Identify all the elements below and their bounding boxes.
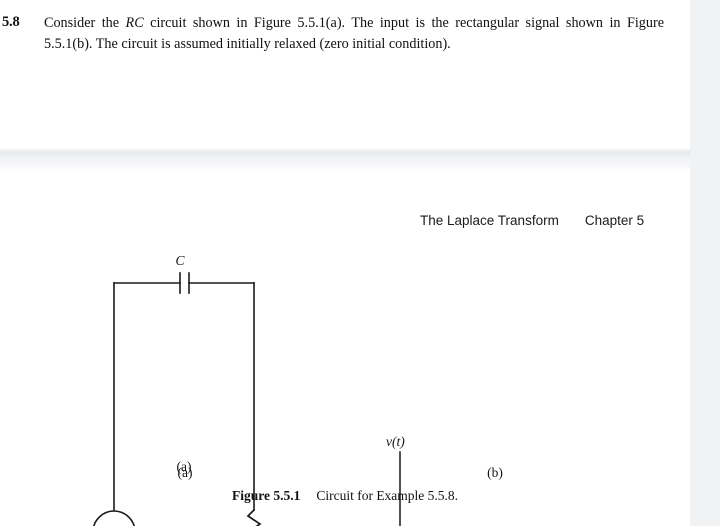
- page-gutter-strip: [690, 0, 720, 526]
- plot-y-axis-label: v(t): [386, 434, 405, 449]
- figure-graphics: v(t) C R (a) v(t) 0 V0 a: [75, 253, 405, 526]
- subfigure-caption-b: (b): [487, 465, 503, 480]
- subfigure-caption-a: (a): [177, 465, 193, 480]
- figure-caption-text: Circuit for Example 5.5.8.: [316, 488, 459, 503]
- voltage-source-circle: [93, 510, 135, 526]
- problem-number: 5.8: [2, 14, 20, 30]
- resistor-symbol: [246, 508, 262, 526]
- capacitor-label: C: [175, 253, 185, 268]
- figure-caption-number: Figure 5.5.1: [231, 488, 301, 503]
- problem-statement-text: Consider the RC circuit shown in Figure …: [44, 15, 665, 52]
- figure-page-block: The Laplace Transform Chapter 5 C (a) v(…: [0, 170, 690, 526]
- textbook-page: 5.8 Consider the RC circuit shown in Fig…: [0, 0, 720, 526]
- scan-divider: [0, 148, 690, 170]
- problem-statement-block: 5.8 Consider the RC circuit shown in Fig…: [0, 0, 690, 150]
- figure-caption: Figure 5.5.1 Circuit for Example 5.5.8.: [0, 488, 690, 504]
